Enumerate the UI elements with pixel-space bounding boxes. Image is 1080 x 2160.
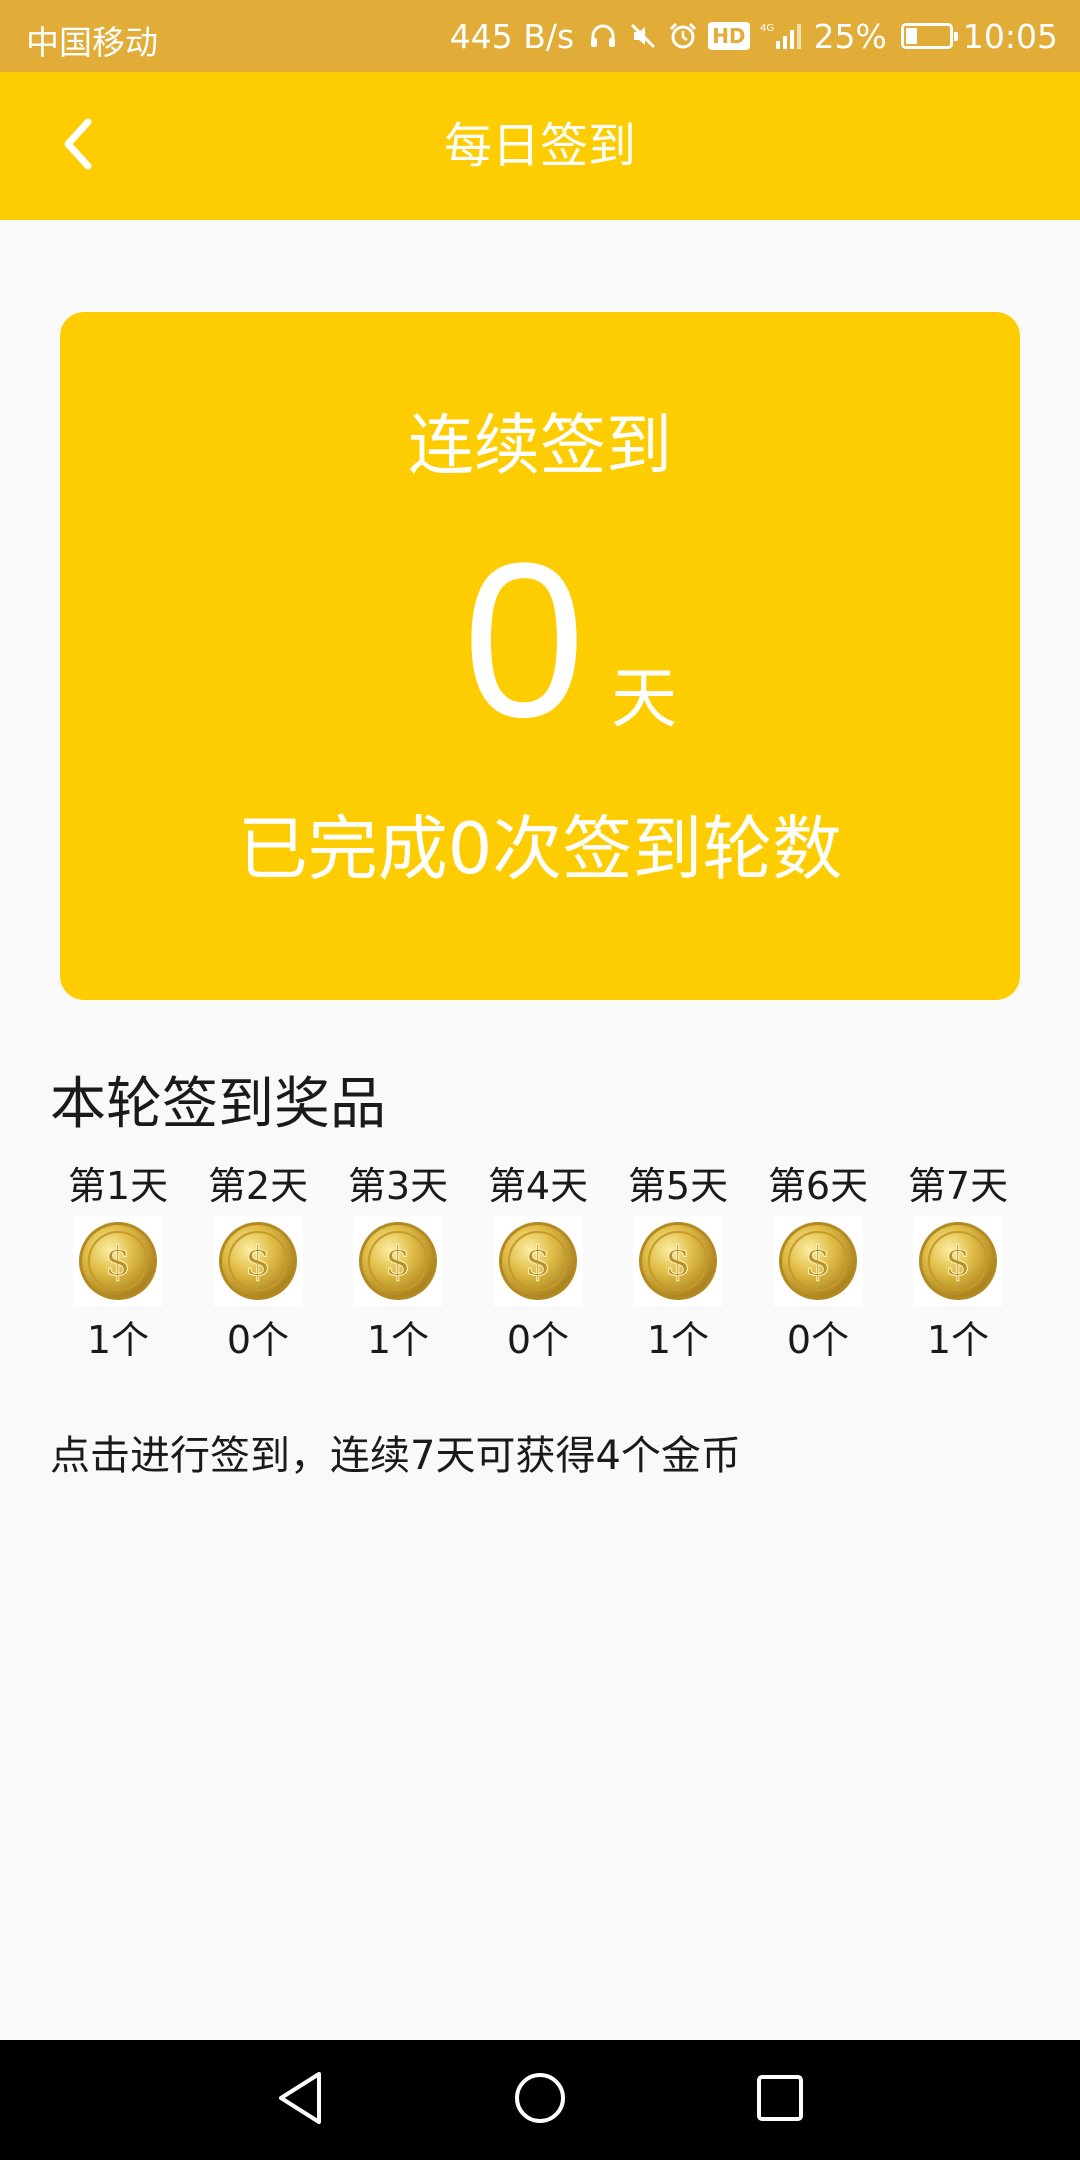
gold-coin-icon: $ [773, 1216, 863, 1306]
gold-coin-icon: $ [633, 1216, 723, 1306]
completed-rounds-text: 已完成0次签到轮数 [237, 808, 843, 890]
nav-home-button[interactable] [508, 2068, 572, 2132]
gold-coin-icon: $ [913, 1216, 1003, 1306]
svg-text:$: $ [245, 1239, 270, 1285]
reward-day-label: 第6天 [767, 1164, 869, 1208]
svg-text:$: $ [385, 1239, 410, 1285]
svg-text:$: $ [665, 1239, 690, 1285]
square-recents-icon [755, 2073, 805, 2127]
reward-day-3[interactable]: 第3天 $1个 [328, 1160, 468, 1366]
reward-grid: 第1天 $1个 第2天 $0个 第3天 $1个 第4天 $0个 第5天 $1个 第6天 $0个 第7天 $… [48, 1160, 1028, 1366]
battery-percent: 25% [813, 16, 887, 56]
reward-day-4[interactable]: 第4天 $0个 [468, 1160, 608, 1366]
gold-coin-icon: $ [493, 1216, 583, 1306]
status-bar: 中国移动 445 B/s HD 4G 25% 10:05 [0, 0, 1080, 72]
reward-day-label: 第5天 [627, 1164, 729, 1208]
reward-day-label: 第4天 [487, 1164, 589, 1208]
reward-amount: 1个 [366, 1318, 430, 1362]
carrier-name: 中国移动 [26, 23, 158, 62]
reward-day-2[interactable]: 第2天 $0个 [188, 1160, 328, 1366]
reward-day-1[interactable]: 第1天 $1个 [48, 1160, 188, 1366]
reward-amount: 1个 [926, 1318, 990, 1362]
gold-coin-icon: $ [73, 1216, 163, 1306]
mute-icon [628, 21, 658, 51]
triangle-back-icon [275, 2070, 325, 2130]
status-icons: 445 B/s HD 4G 25% 10:05 [450, 14, 1058, 58]
svg-text:$: $ [525, 1239, 550, 1285]
reward-day-label: 第1天 [67, 1164, 169, 1208]
signal-icon: 4G [760, 21, 804, 51]
svg-text:$: $ [805, 1239, 830, 1285]
svg-text:4G: 4G [760, 23, 774, 34]
svg-text:$: $ [105, 1239, 130, 1285]
gold-coin-icon: $ [353, 1216, 443, 1306]
reward-day-5[interactable]: 第5天 $1个 [608, 1160, 748, 1366]
reward-amount: 0个 [786, 1318, 850, 1362]
battery-icon [900, 23, 958, 49]
reward-amount: 0个 [226, 1318, 290, 1362]
title-bar: 每日签到 [0, 72, 1080, 220]
reward-amount: 1个 [646, 1318, 710, 1362]
streak-days-unit: 天 [611, 660, 678, 737]
rewards-section-title: 本轮签到奖品 [50, 1072, 386, 1137]
reward-day-7[interactable]: 第7天 $1个 [888, 1160, 1028, 1366]
streak-card: 连续签到 0 天 已完成0次签到轮数 [60, 312, 1020, 1000]
circle-home-icon [512, 2070, 568, 2130]
network-speed: 445 B/s [449, 16, 575, 56]
page-title: 每日签到 [443, 118, 636, 174]
battery-fill [905, 28, 918, 44]
hd-icon: HD [708, 22, 750, 50]
nav-recents-button[interactable] [748, 2068, 812, 2132]
nav-back-button[interactable] [268, 2068, 332, 2132]
reward-day-label: 第7天 [907, 1164, 1009, 1208]
gold-coin-icon: $ [213, 1216, 303, 1306]
reward-day-6[interactable]: 第6天 $0个 [748, 1160, 888, 1366]
streak-row: 0 天 [60, 517, 1020, 763]
headphones-icon [588, 21, 618, 51]
svg-text:$: $ [945, 1239, 970, 1285]
streak-label: 连续签到 [408, 407, 672, 484]
streak-days-count: 0 [462, 517, 586, 763]
clock: 10:05 [962, 16, 1058, 56]
reward-day-label: 第3天 [347, 1164, 449, 1208]
reward-amount: 0个 [506, 1318, 570, 1362]
alarm-icon [668, 21, 698, 51]
reward-day-label: 第2天 [207, 1164, 309, 1208]
sign-in-hint[interactable]: 点击进行签到，连续7天可获得4个金币 [50, 1428, 741, 1484]
navigation-bar [0, 2040, 1080, 2160]
reward-amount: 1个 [86, 1318, 150, 1362]
